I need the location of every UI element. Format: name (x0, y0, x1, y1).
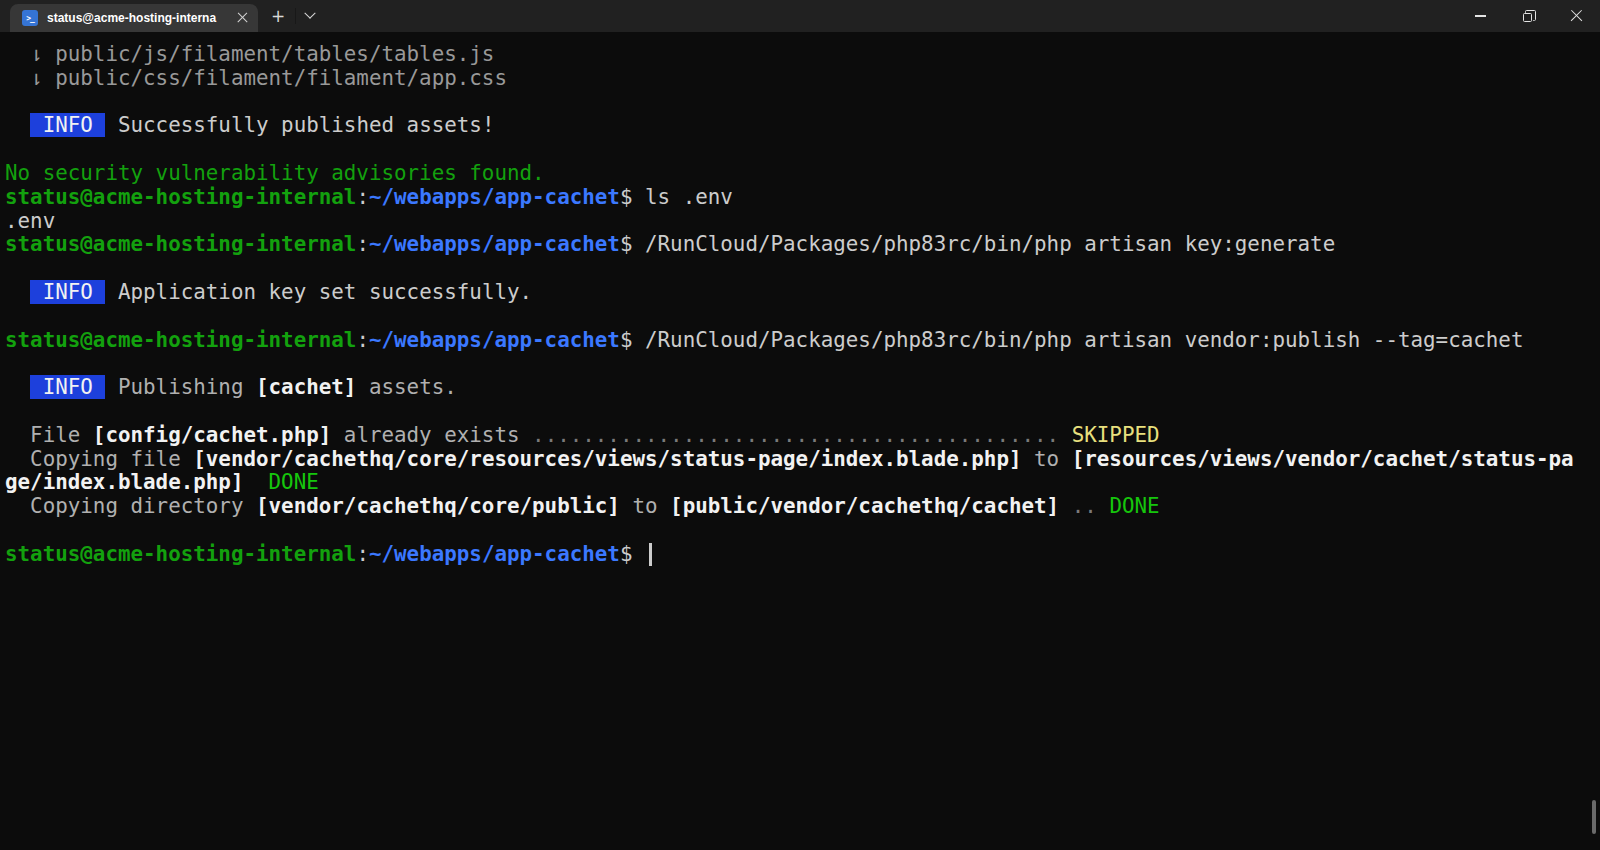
terminal-text-segment: Copying file (5, 447, 193, 471)
terminal-text-segment: ~/webapps/app-cachet (369, 232, 620, 256)
terminal-text-segment: Copying directory (5, 494, 256, 518)
terminal-text-segment: [config/cachet.php] (93, 423, 331, 447)
terminal-text-segment (5, 375, 30, 399)
tab-dropdown-button[interactable] (296, 0, 324, 32)
terminal-line (5, 305, 1600, 329)
terminal-text-segment: ⇂ public/js/filament/tables/tables.js (5, 42, 494, 66)
terminal-text-segment: status@acme-hosting-internal (5, 232, 356, 256)
terminal-line: No security vulnerability advisories fou… (5, 162, 1600, 186)
close-icon (1570, 10, 1583, 23)
terminal-line: INFO Application key set successfully. (5, 281, 1600, 305)
terminal-text-segment (5, 113, 30, 137)
window-controls (1456, 0, 1600, 32)
terminal-line (5, 352, 1600, 376)
minimize-button[interactable] (1456, 0, 1504, 32)
terminal-text-segment: $ (620, 542, 645, 566)
restore-button[interactable] (1504, 0, 1552, 32)
terminal-text-segment: File (5, 423, 93, 447)
terminal-line: status@acme-hosting-internal:~/webapps/a… (5, 186, 1600, 210)
terminal-text-segment: : (356, 542, 369, 566)
terminal-text-segment (243, 470, 268, 494)
terminal-text-segment: status@acme-hosting-internal (5, 328, 356, 352)
terminal-line (5, 519, 1600, 543)
terminal-cursor (649, 543, 652, 566)
terminal-text-segment (1059, 494, 1072, 518)
terminal-line: File [config/cachet.php] already exists … (5, 424, 1600, 448)
terminal-line: status@acme-hosting-internal:~/webapps/a… (5, 543, 1600, 567)
terminal-line: status@acme-hosting-internal:~/webapps/a… (5, 329, 1600, 353)
terminal-text-segment: [vendor/cachethq/core/public] (256, 494, 620, 518)
terminal-text-segment: DONE (1109, 494, 1159, 518)
terminal-line: ge/index.blade.php] DONE (5, 471, 1600, 495)
terminal-text-segment: to (1021, 447, 1071, 471)
terminal-text-segment: .. (1072, 494, 1097, 518)
chevron-down-icon (304, 8, 315, 19)
terminal-text-segment: [cachet] (256, 375, 356, 399)
tab-close-button[interactable] (231, 7, 253, 29)
terminal-text-segment (1059, 423, 1072, 447)
terminal-text-segment: $ /RunCloud/Packages/php83rc/bin/php art… (620, 328, 1524, 352)
close-icon (237, 13, 248, 24)
minimize-icon (1475, 15, 1486, 16)
terminal-text-segment: No security vulnerability advisories fou… (5, 161, 545, 185)
plus-icon: + (271, 6, 285, 26)
terminal-text-segment (105, 375, 118, 399)
terminal-text-segment: ⇂ public/css/filament/filament/app.css (5, 66, 507, 90)
powershell-icon: >_ (22, 10, 38, 26)
terminal-text-segment: already exists (331, 423, 532, 447)
terminal-line: INFO Publishing [cachet] assets. (5, 376, 1600, 400)
terminal-text-segment (5, 280, 30, 304)
terminal-text-segment: : (356, 232, 369, 256)
terminal-line: ⇂ public/css/filament/filament/app.css (5, 67, 1600, 91)
terminal-text-segment: .env (5, 209, 55, 233)
terminal-line: status@acme-hosting-internal:~/webapps/a… (5, 233, 1600, 257)
terminal-text-segment: [public/vendor/cachethq/cachet] (670, 494, 1059, 518)
terminal-line (5, 400, 1600, 424)
terminal-tab[interactable]: >_ status@acme-hosting-interna (10, 4, 258, 32)
close-button[interactable] (1552, 0, 1600, 32)
terminal-text-segment: ~/webapps/app-cachet (369, 542, 620, 566)
terminal-text-segment (1097, 494, 1110, 518)
terminal-text-segment: Successfully published assets! (105, 113, 494, 137)
terminal-text-segment: SKIPPED (1072, 423, 1160, 447)
terminal-line: .env (5, 210, 1600, 234)
terminal-text-segment: status@acme-hosting-internal (5, 185, 356, 209)
terminal-text-segment: status@acme-hosting-internal (5, 542, 356, 566)
terminal-text-segment: ........................................… (532, 423, 1059, 447)
terminal-text-segment: INFO (30, 280, 105, 304)
terminal-text-segment: [resources/views/vendor/cachet/status-pa (1072, 447, 1574, 471)
terminal-text-segment: Application key set successfully. (105, 280, 532, 304)
new-tab-button[interactable]: + (262, 0, 294, 32)
terminal-text-segment: to (620, 494, 670, 518)
terminal-text-segment: assets. (356, 375, 456, 399)
terminal-text-segment: $ /RunCloud/Packages/php83rc/bin/php art… (620, 232, 1335, 256)
terminal-text-segment: INFO (30, 375, 105, 399)
titlebar: >_ status@acme-hosting-interna + (0, 0, 1600, 32)
restore-icon (1523, 13, 1532, 22)
terminal-line (5, 138, 1600, 162)
terminal-text-segment: DONE (269, 470, 319, 494)
terminal-line: INFO Successfully published assets! (5, 114, 1600, 138)
terminal-text-segment: Publishing (118, 375, 256, 399)
terminal-text-segment: : (356, 185, 369, 209)
terminal-line: Copying file [vendor/cachethq/core/resou… (5, 448, 1600, 472)
terminal-line (5, 91, 1600, 115)
terminal-text-segment: $ ls .env (620, 185, 733, 209)
terminal-text-segment: [vendor/cachethq/core/resources/views/st… (193, 447, 1021, 471)
tab-title: status@acme-hosting-interna (47, 11, 231, 25)
terminal-line (5, 257, 1600, 281)
terminal-text-segment: ~/webapps/app-cachet (369, 185, 620, 209)
terminal-text-segment: ~/webapps/app-cachet (369, 328, 620, 352)
terminal-line: ⇂ public/js/filament/tables/tables.js (5, 43, 1600, 67)
scrollbar-thumb[interactable] (1592, 800, 1596, 834)
terminal-text-segment: INFO (30, 113, 105, 137)
terminal-text-segment: ge/index.blade.php] (5, 470, 243, 494)
terminal-text-segment: : (356, 328, 369, 352)
terminal-line: Copying directory [vendor/cachethq/core/… (5, 495, 1600, 519)
terminal-viewport[interactable]: ⇂ public/js/filament/tables/tables.js ⇂ … (0, 32, 1600, 850)
